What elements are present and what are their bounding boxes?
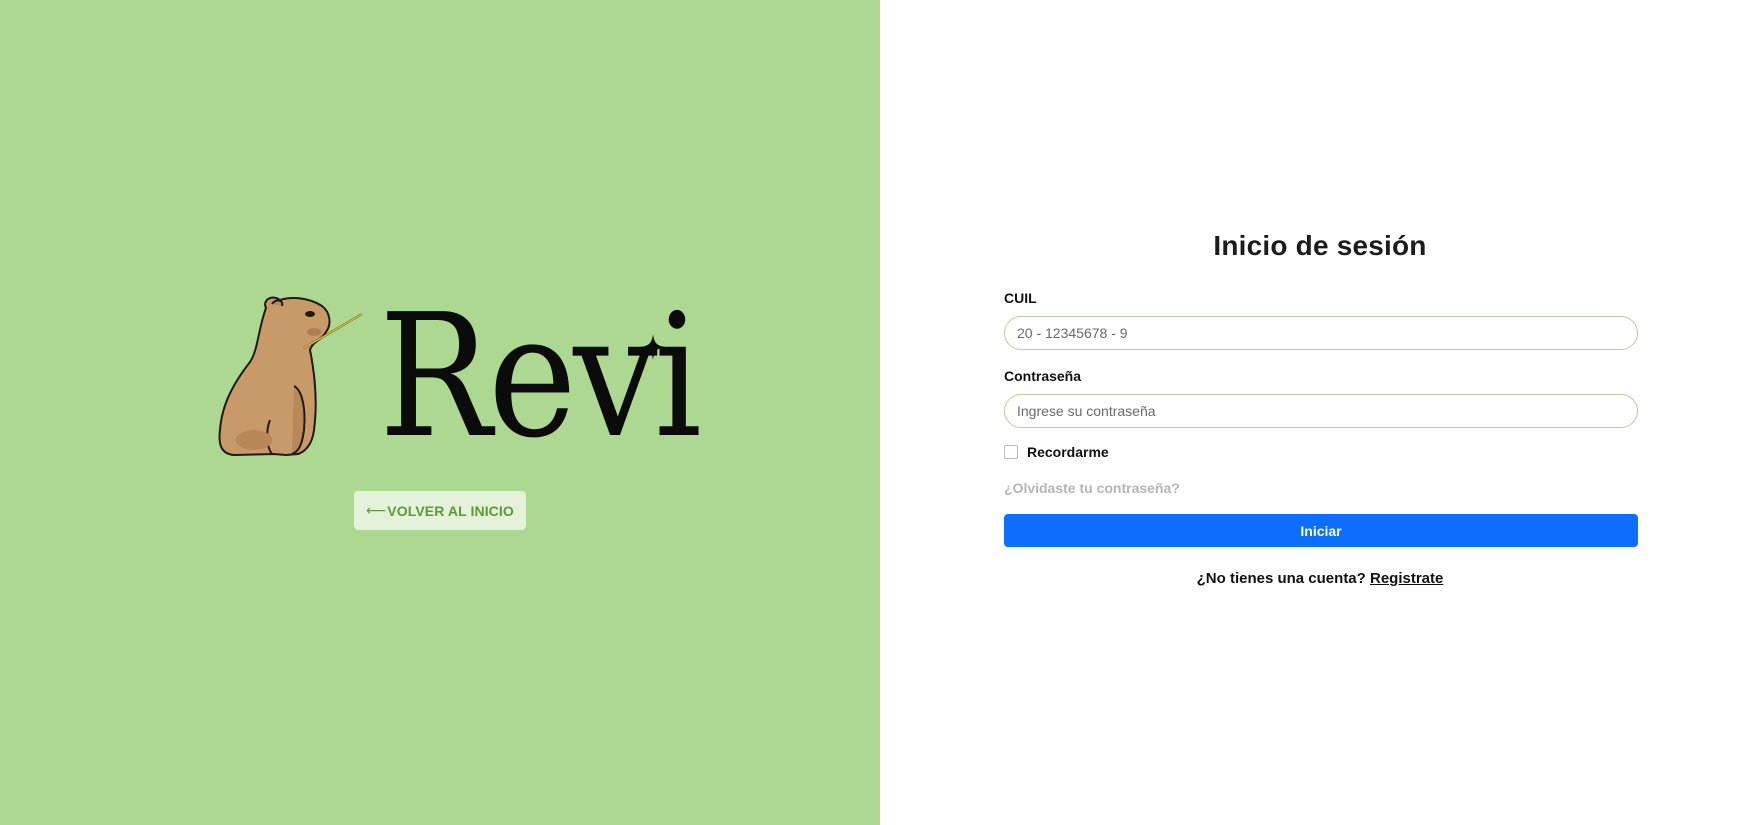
remember-me-row: Recordarme — [1004, 444, 1109, 460]
remember-me-label: Recordarme — [1027, 444, 1109, 460]
revi-wordmark: Revi — [379, 278, 702, 476]
login-submit-button[interactable]: Iniciar — [1004, 514, 1638, 547]
back-to-home-label: VOLVER AL INICIO — [387, 502, 514, 519]
cuil-input[interactable] — [1004, 316, 1638, 350]
login-panel: Inicio de sesión CUIL Contraseña Recorda… — [880, 0, 1760, 825]
capybara-mascot-icon — [218, 296, 363, 457]
sparkle-icon — [640, 334, 666, 360]
revi-logo: Revi — [214, 290, 702, 465]
page-title: Inicio de sesión — [1213, 230, 1427, 261]
no-account-text: ¿No tienes una cuenta? — [1196, 570, 1366, 587]
password-input[interactable] — [1004, 394, 1638, 428]
back-to-home-button[interactable]: ⟵ VOLVER AL INICIO — [354, 491, 526, 530]
forgot-password-link[interactable]: ¿Olvidaste tu contraseña? — [1004, 480, 1180, 496]
register-prompt: ¿No tienes una cuenta? Registrate — [880, 570, 1760, 587]
brand-panel: Revi ⟵ VOLVER AL INICIO — [0, 0, 880, 825]
password-label: Contraseña — [1004, 368, 1082, 384]
arrow-left-icon: ⟵ — [366, 502, 387, 518]
register-link[interactable]: Registrate — [1370, 570, 1443, 587]
remember-me-checkbox[interactable] — [1004, 445, 1018, 459]
cuil-label: CUIL — [1004, 290, 1037, 306]
